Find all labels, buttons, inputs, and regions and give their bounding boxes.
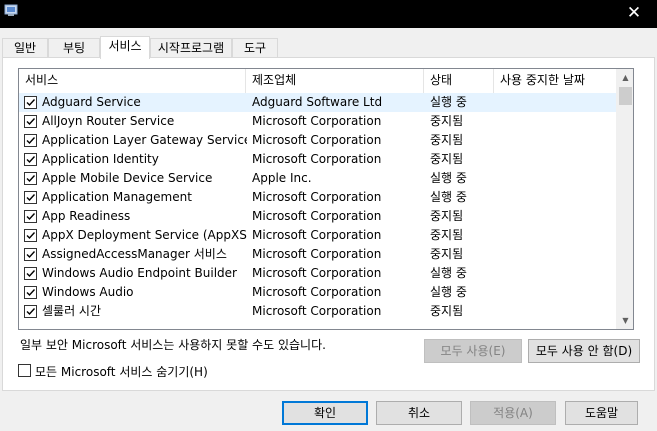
- service-name-cell: AllJoyn Router Service: [42, 114, 175, 128]
- tab-strip: 일반 부팅 서비스 시작프로그램 도구: [0, 36, 657, 59]
- manufacturer-cell: Microsoft Corporation: [252, 228, 382, 242]
- service-name-cell: Application Identity: [42, 152, 159, 166]
- vertical-scrollbar[interactable]: ▲ ▼: [616, 69, 633, 329]
- service-checkbox[interactable]: [24, 248, 37, 261]
- service-name-cell: 셀룰러 시간: [42, 304, 102, 318]
- service-checkbox[interactable]: [24, 115, 37, 128]
- tab-general[interactable]: 일반: [2, 38, 48, 58]
- table-row[interactable]: Adguard Service Adguard Software Ltd 실행 중: [19, 93, 617, 112]
- column-header-service[interactable]: 서비스: [19, 69, 246, 93]
- manufacturer-cell: Microsoft Corporation: [252, 247, 382, 261]
- service-checkbox[interactable]: [24, 229, 37, 242]
- service-name-cell: Windows Audio: [42, 285, 134, 299]
- table-row[interactable]: AppX Deployment Service (AppXSV... Micros…: [19, 226, 617, 245]
- status-cell: 실행 중: [430, 266, 467, 280]
- title-bar: ✕: [0, 0, 657, 28]
- service-name-cell: Adguard Service: [42, 95, 141, 109]
- manufacturer-cell: Microsoft Corporation: [252, 152, 382, 166]
- status-cell: 중지됨: [430, 209, 464, 223]
- status-cell: 중지됨: [430, 133, 464, 147]
- manufacturer-cell: Microsoft Corporation: [252, 285, 382, 299]
- status-cell: 실행 중: [430, 171, 467, 185]
- tab-tools[interactable]: 도구: [232, 38, 278, 58]
- ok-button[interactable]: 확인: [282, 401, 368, 425]
- table-row[interactable]: AllJoyn Router Service Microsoft Corporat…: [19, 112, 617, 131]
- service-checkbox[interactable]: [24, 210, 37, 223]
- scroll-up-icon[interactable]: ▲: [617, 69, 633, 86]
- help-button[interactable]: 도움말: [565, 401, 638, 425]
- service-name-cell: AssignedAccessManager 서비스: [42, 247, 227, 261]
- enable-all-button[interactable]: 모두 사용(E): [424, 339, 522, 363]
- service-checkbox[interactable]: [24, 134, 37, 147]
- service-checkbox[interactable]: [24, 267, 37, 280]
- service-name-cell: Apple Mobile Device Service: [42, 171, 213, 185]
- manufacturer-cell: Microsoft Corporation: [252, 266, 382, 280]
- table-row[interactable]: Application Identity Microsoft Corporatio…: [19, 150, 617, 169]
- status-cell: 실행 중: [430, 190, 467, 204]
- service-name-cell: App Readiness: [42, 209, 131, 223]
- service-rows: Adguard Service Adguard Software Ltd 실행 중A…: [19, 93, 617, 321]
- table-row[interactable]: Application Management Microsoft Corporat…: [19, 188, 617, 207]
- table-row[interactable]: Apple Mobile Device Service Apple Inc. 실행 …: [19, 169, 617, 188]
- msconfig-app-icon: [4, 3, 18, 17]
- service-checkbox[interactable]: [24, 153, 37, 166]
- list-header: 서비스 제조업체 상태 사용 중지한 날짜: [19, 69, 617, 93]
- service-checkbox[interactable]: [24, 305, 37, 318]
- service-name-cell: AppX Deployment Service (AppXSV...: [42, 228, 247, 242]
- manufacturer-cell: Microsoft Corporation: [252, 133, 382, 147]
- status-cell: 중지됨: [430, 228, 464, 242]
- security-note: 일부 보안 Microsoft 서비스는 사용하지 못할 수도 있습니다.: [20, 338, 326, 352]
- tab-boot[interactable]: 부팅: [48, 38, 100, 58]
- hide-ms-checkbox-box[interactable]: [18, 364, 31, 377]
- disable-all-button[interactable]: 모두 사용 안 함(D): [528, 339, 640, 363]
- table-row[interactable]: 셀룰러 시간 Microsoft Corporation 중지됨: [19, 302, 617, 321]
- scroll-down-icon[interactable]: ▼: [617, 312, 633, 329]
- services-list[interactable]: 서비스 제조업체 상태 사용 중지한 날짜 Adguard Service Adg…: [18, 68, 634, 330]
- scroll-thumb[interactable]: [619, 87, 632, 105]
- status-cell: 중지됨: [430, 304, 464, 318]
- manufacturer-cell: Microsoft Corporation: [252, 304, 382, 318]
- status-cell: 중지됨: [430, 152, 464, 166]
- service-name-cell: Windows Audio Endpoint Builder: [42, 266, 237, 280]
- service-name-cell: Application Layer Gateway Service: [42, 133, 247, 147]
- cancel-button[interactable]: 취소: [376, 401, 462, 425]
- tab-startup[interactable]: 시작프로그램: [150, 38, 232, 58]
- status-cell: 중지됨: [430, 247, 464, 261]
- table-row[interactable]: App Readiness Microsoft Corporation 중지됨: [19, 207, 617, 226]
- close-button[interactable]: ✕: [611, 0, 657, 28]
- table-row[interactable]: AssignedAccessManager 서비스 Microsoft Corpo…: [19, 245, 617, 264]
- manufacturer-cell: Microsoft Corporation: [252, 209, 382, 223]
- column-header-date-disabled[interactable]: 사용 중지한 날짜: [494, 69, 617, 93]
- status-cell: 실행 중: [430, 95, 467, 109]
- status-cell: 중지됨: [430, 114, 464, 128]
- manufacturer-cell: Microsoft Corporation: [252, 190, 382, 204]
- table-row[interactable]: Windows Audio Microsoft Corporation 실행 중: [19, 283, 617, 302]
- status-cell: 실행 중: [430, 285, 467, 299]
- table-row[interactable]: Windows Audio Endpoint Builder Microsoft …: [19, 264, 617, 283]
- manufacturer-cell: Apple Inc.: [252, 171, 312, 185]
- manufacturer-cell: Microsoft Corporation: [252, 114, 382, 128]
- service-checkbox[interactable]: [24, 172, 37, 185]
- manufacturer-cell: Adguard Software Ltd: [252, 95, 383, 109]
- service-checkbox[interactable]: [24, 96, 37, 109]
- apply-button[interactable]: 적용(A): [470, 401, 556, 425]
- service-name-cell: Application Management: [42, 190, 192, 204]
- table-row[interactable]: Application Layer Gateway Service Microso…: [19, 131, 617, 150]
- column-header-manufacturer[interactable]: 제조업체: [246, 69, 424, 93]
- service-checkbox[interactable]: [24, 286, 37, 299]
- hide-ms-label: 모든 Microsoft 서비스 숨기기(H): [35, 365, 208, 379]
- column-header-status[interactable]: 상태: [424, 69, 494, 93]
- service-checkbox[interactable]: [24, 191, 37, 204]
- tab-services[interactable]: 서비스: [100, 36, 150, 59]
